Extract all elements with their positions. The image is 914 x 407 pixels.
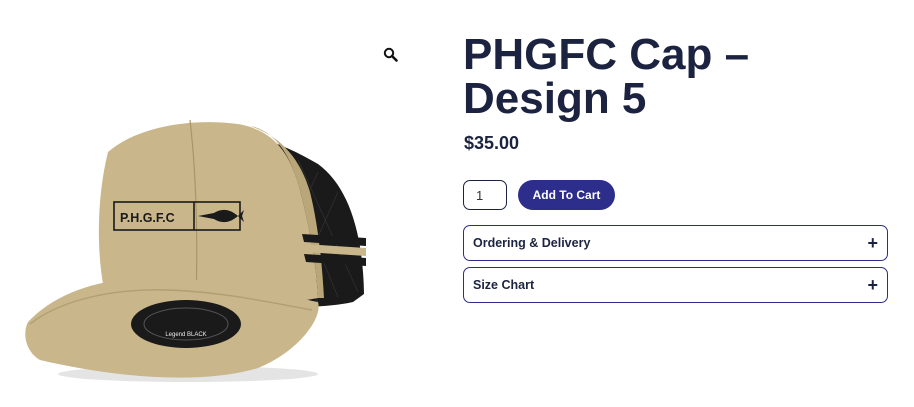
accordion-size-chart[interactable]: Size Chart +	[463, 267, 888, 303]
quantity-input[interactable]	[463, 180, 507, 210]
plus-icon: +	[867, 275, 878, 295]
zoom-icon[interactable]	[380, 44, 402, 66]
cap-logo-text: P.H.G.F.C	[120, 211, 175, 225]
product-title: PHGFC Cap – Design 5	[463, 30, 750, 123]
product-gallery: P.H.G.F.C Legend BLACK	[0, 0, 420, 407]
accordion-label: Ordering & Delivery	[473, 236, 591, 250]
add-to-cart-button[interactable]: Add To Cart	[518, 180, 615, 210]
cap-badge-text: Legend BLACK	[165, 332, 206, 338]
product-summary: PHGFC Cap – Design 5 $35.00 Add To Cart …	[463, 0, 893, 407]
plus-icon: +	[867, 233, 878, 253]
product-price: $35.00	[464, 133, 520, 153]
product-image[interactable]: P.H.G.F.C Legend BLACK	[18, 112, 368, 384]
accordion-label: Size Chart	[473, 278, 535, 292]
accordion-ordering-delivery[interactable]: Ordering & Delivery +	[463, 225, 888, 261]
